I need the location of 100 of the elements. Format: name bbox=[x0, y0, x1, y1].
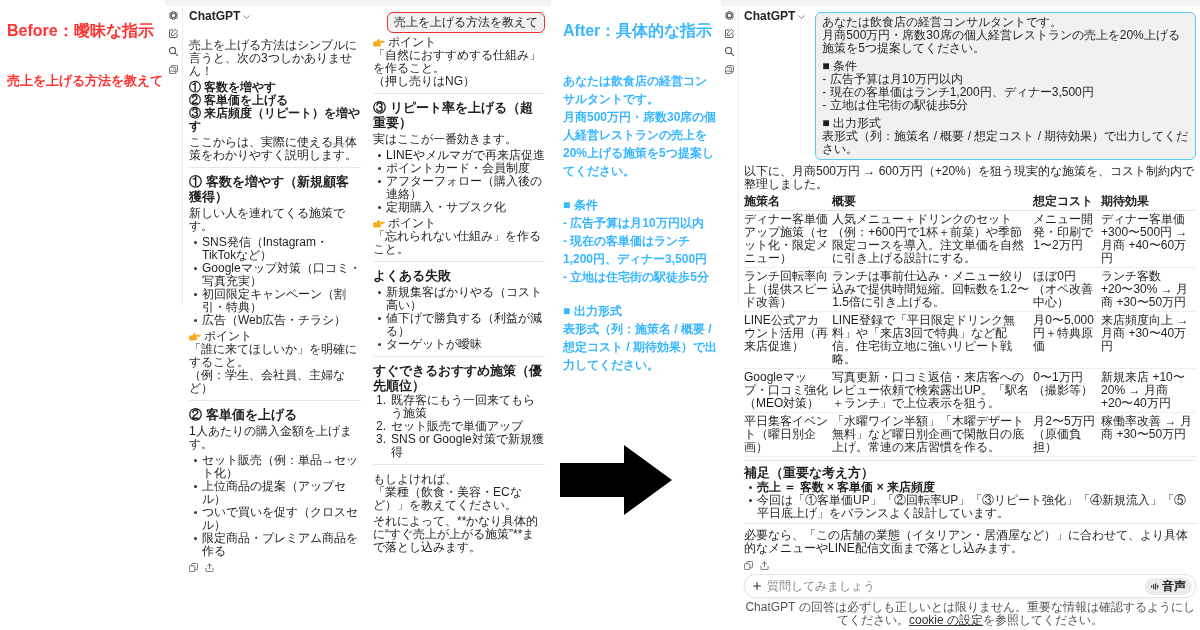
edit-icon[interactable] bbox=[169, 29, 178, 38]
section-heading: よくある失敗 bbox=[373, 268, 452, 283]
bullet-text: Googleマップ対策（口コミ・写真充実） bbox=[202, 262, 361, 288]
bullet-text: 今回は「①客単価UP」「②回転率UP」「③リピート強化」「④新規流入」「⑤平日底上げ」をバランスよく設計しています。 bbox=[757, 494, 1188, 520]
model-selector[interactable]: ChatGPT bbox=[189, 9, 251, 24]
share-icon[interactable] bbox=[205, 563, 214, 572]
waveform-icon bbox=[1151, 582, 1159, 590]
table-cell: ランチ回転率向上（提供スピード改善） bbox=[744, 267, 833, 312]
bullet-icon bbox=[378, 317, 381, 320]
bullet-text: ついで買いを促す（クロスセル） bbox=[202, 506, 359, 532]
reply-text: 「業種（飲食・美容・ECなど）」を教えてください。 bbox=[373, 486, 523, 512]
bullet-text: ポイントカード・会員制度 bbox=[386, 162, 530, 175]
bullet-text: LINEやメルマガで再来店促進 bbox=[386, 149, 545, 162]
table-cell: 人気メニュー＋ドリンクのセット（例：+600円で1杯＋前菜）や季節限定コースを導入。注文単価を自然に引き上げる設計にする。 bbox=[832, 210, 1034, 268]
bullet-text: 新規集客ばかりやる（コスト高い） bbox=[386, 286, 543, 312]
point-label: ポイント bbox=[388, 217, 436, 230]
list-number: 1. bbox=[376, 394, 386, 407]
list-item-text: SNS or Google対策で新規獲得 bbox=[391, 433, 545, 459]
after-prompt-text: - 広告予算は月10万円以内 bbox=[563, 215, 705, 232]
table-cell: ディナー客単価 +300〜500円 → 月商 +40〜60万円 bbox=[1101, 210, 1196, 268]
point-label: ポイント bbox=[204, 330, 252, 343]
bullet-text: アフターフォロー（購入後の連絡） bbox=[386, 175, 543, 201]
section-heading: すぐできるおすすめ施策（優先順位） bbox=[373, 363, 543, 393]
list-number: 2. bbox=[376, 420, 386, 433]
bullet-icon bbox=[194, 241, 197, 244]
summary-item: ① 客数を増やす bbox=[189, 81, 277, 94]
after-prompt-text: ■ 出力形式 bbox=[563, 303, 623, 320]
message-text: - 立地は住宅街の駅徒歩5分 bbox=[822, 99, 969, 112]
table-cell: 「水曜ワイン半額」「木曜デザート無料」など曜日別企画で閑散日の底上げ。常連の来店習慣を作る。 bbox=[832, 412, 1034, 457]
bullet-icon bbox=[194, 485, 197, 488]
bullet-text: 上位商品の提案（アップセル） bbox=[202, 480, 347, 506]
bullet-icon bbox=[378, 167, 381, 170]
bullet-text: 売上 ＝ 客数 × 客単価 × 来店頻度 bbox=[757, 481, 936, 494]
after-prompt-text: - 現在の客単価はランチ1,200円、ディナー3,500円 bbox=[563, 233, 709, 268]
bullet-icon bbox=[749, 499, 752, 502]
reply-text: それによって、**かなり具体的に“すぐ売上が上がる施策”**まで落とし込みます。 bbox=[373, 515, 540, 554]
images-icon[interactable] bbox=[725, 65, 734, 74]
table-cell: メニュー開発・印刷で1〜2万円 bbox=[1033, 210, 1102, 268]
bullet-text: 初回限定キャンペーン（割引・特典） bbox=[202, 288, 347, 314]
list-item-text: セット販売で単価アップ bbox=[391, 420, 523, 433]
column-header: 概要 bbox=[832, 193, 1034, 211]
bullet-icon bbox=[194, 319, 197, 322]
logo-icon[interactable] bbox=[725, 11, 734, 20]
after-prompt-text: ■ 条件 bbox=[563, 197, 599, 214]
bullet-icon bbox=[378, 291, 381, 294]
bullet-icon bbox=[378, 343, 381, 346]
point-text: （押し売りはNG） bbox=[373, 75, 476, 88]
bullet-icon bbox=[194, 537, 197, 540]
table-cell: 0〜1万円（撮影等） bbox=[1033, 368, 1102, 413]
column-header: 期待効果 bbox=[1101, 193, 1196, 211]
search-icon[interactable] bbox=[725, 47, 734, 56]
pointing-hand-icon bbox=[189, 332, 201, 341]
summary-item: ② 客単価を上げる bbox=[189, 94, 290, 107]
column-header: 施策名 bbox=[744, 193, 833, 211]
reply-text: 以下に、月商500万円 → 600万円（+20%）を狙う現実的な施策を、コスト制約内で整理しました。 bbox=[744, 165, 1195, 191]
cookie-settings-link[interactable]: cookie の設定 bbox=[909, 613, 983, 627]
table-cell: 月0〜5,000円＋特典原価 bbox=[1033, 311, 1102, 369]
message-text: 表形式（列：施策名 / 概要 / 想定コスト / 期待効果）で出力してください。 bbox=[822, 130, 1189, 156]
share-icon[interactable] bbox=[760, 561, 769, 570]
bullet-icon bbox=[749, 486, 752, 489]
table-cell: 稼働率改善 → 月商 +30〜50万円 bbox=[1101, 412, 1196, 457]
model-selector[interactable]: ChatGPT bbox=[744, 9, 806, 24]
plus-icon[interactable] bbox=[753, 582, 761, 590]
point-text: （例：学生、会社員、主婦など） bbox=[189, 369, 346, 395]
bullet-text: 定期購入・サブスク化 bbox=[386, 201, 506, 214]
table-cell: 月2〜5万円（原価負担） bbox=[1033, 412, 1102, 457]
pointing-hand-icon bbox=[373, 38, 385, 47]
bullet-text: セット販売（例：単品→セット化） bbox=[202, 454, 359, 480]
section-heading: ① 客数を増やす（新規顧客獲得） bbox=[189, 174, 350, 204]
voice-button[interactable]: 音声 bbox=[1145, 577, 1192, 595]
images-icon[interactable] bbox=[169, 65, 178, 74]
after-prompt-text: 月商500万円・席数30席の個人経営レストランの売上を20%上げる施策を5つ提案してください。 bbox=[563, 109, 717, 180]
list-item-text: 既存客にもう一回来てもらう施策 bbox=[391, 394, 536, 420]
bullet-text: 値下げで勝負する（利益が減る） bbox=[386, 312, 543, 338]
bullet-icon bbox=[378, 154, 381, 157]
table-cell: ランチは事前仕込み・メニュー絞り込みで提供時間短縮。回転数を1.2〜1.5倍に引き上げる。 bbox=[832, 267, 1034, 312]
table-cell: Googleマップ・口コミ強化（MEO対策） bbox=[744, 368, 833, 413]
after-prompt-text: あなたは飲食店の経営コンサルタントです。 bbox=[563, 73, 708, 108]
reply-text: 売上を上げる方法はシンプルに言うと、次の3つしかありません！ bbox=[189, 39, 358, 78]
bullet-icon bbox=[194, 267, 197, 270]
edit-icon[interactable] bbox=[725, 29, 734, 38]
bullet-text: ターゲットが曖昧 bbox=[386, 338, 482, 351]
reply-text: 新しい人を連れてくる施策です。 bbox=[189, 207, 346, 233]
message-input[interactable]: 質問してみましょう 音声 bbox=[744, 574, 1196, 598]
point-text: 「自然におすすめする仕組み」を作ること。 bbox=[373, 49, 542, 75]
point-label: ポイント bbox=[388, 36, 436, 49]
reply-text: ここからは、実際に使える具体策をわかりやすく説明します。 bbox=[189, 136, 358, 162]
bullet-text: 広告（Web広告・チラシ） bbox=[202, 314, 347, 327]
bullet-icon bbox=[378, 206, 381, 209]
copy-icon[interactable] bbox=[744, 561, 753, 570]
table-cell: ほぼ0円（オペ改善中心） bbox=[1033, 267, 1102, 312]
table-cell: LINE登録で「平日限定ドリンク無料」や「来店3回で特典」など配信。住宅街立地に強いリピート戦略。 bbox=[832, 311, 1034, 369]
bullet-text: 限定商品・プレミアム商品を作る bbox=[202, 532, 359, 558]
bullet-text: SNS発信（Instagram・TikTokなど） bbox=[202, 236, 330, 262]
list-number: 3. bbox=[376, 433, 386, 446]
table-cell: 新規来店 +10〜20% → 月商 +20〜40万円 bbox=[1101, 368, 1196, 413]
message-text: あなたは飲食店の経営コンサルタントです。 bbox=[822, 16, 1064, 29]
logo-icon[interactable] bbox=[169, 11, 178, 20]
copy-icon[interactable] bbox=[189, 563, 198, 572]
search-icon[interactable] bbox=[169, 47, 178, 56]
